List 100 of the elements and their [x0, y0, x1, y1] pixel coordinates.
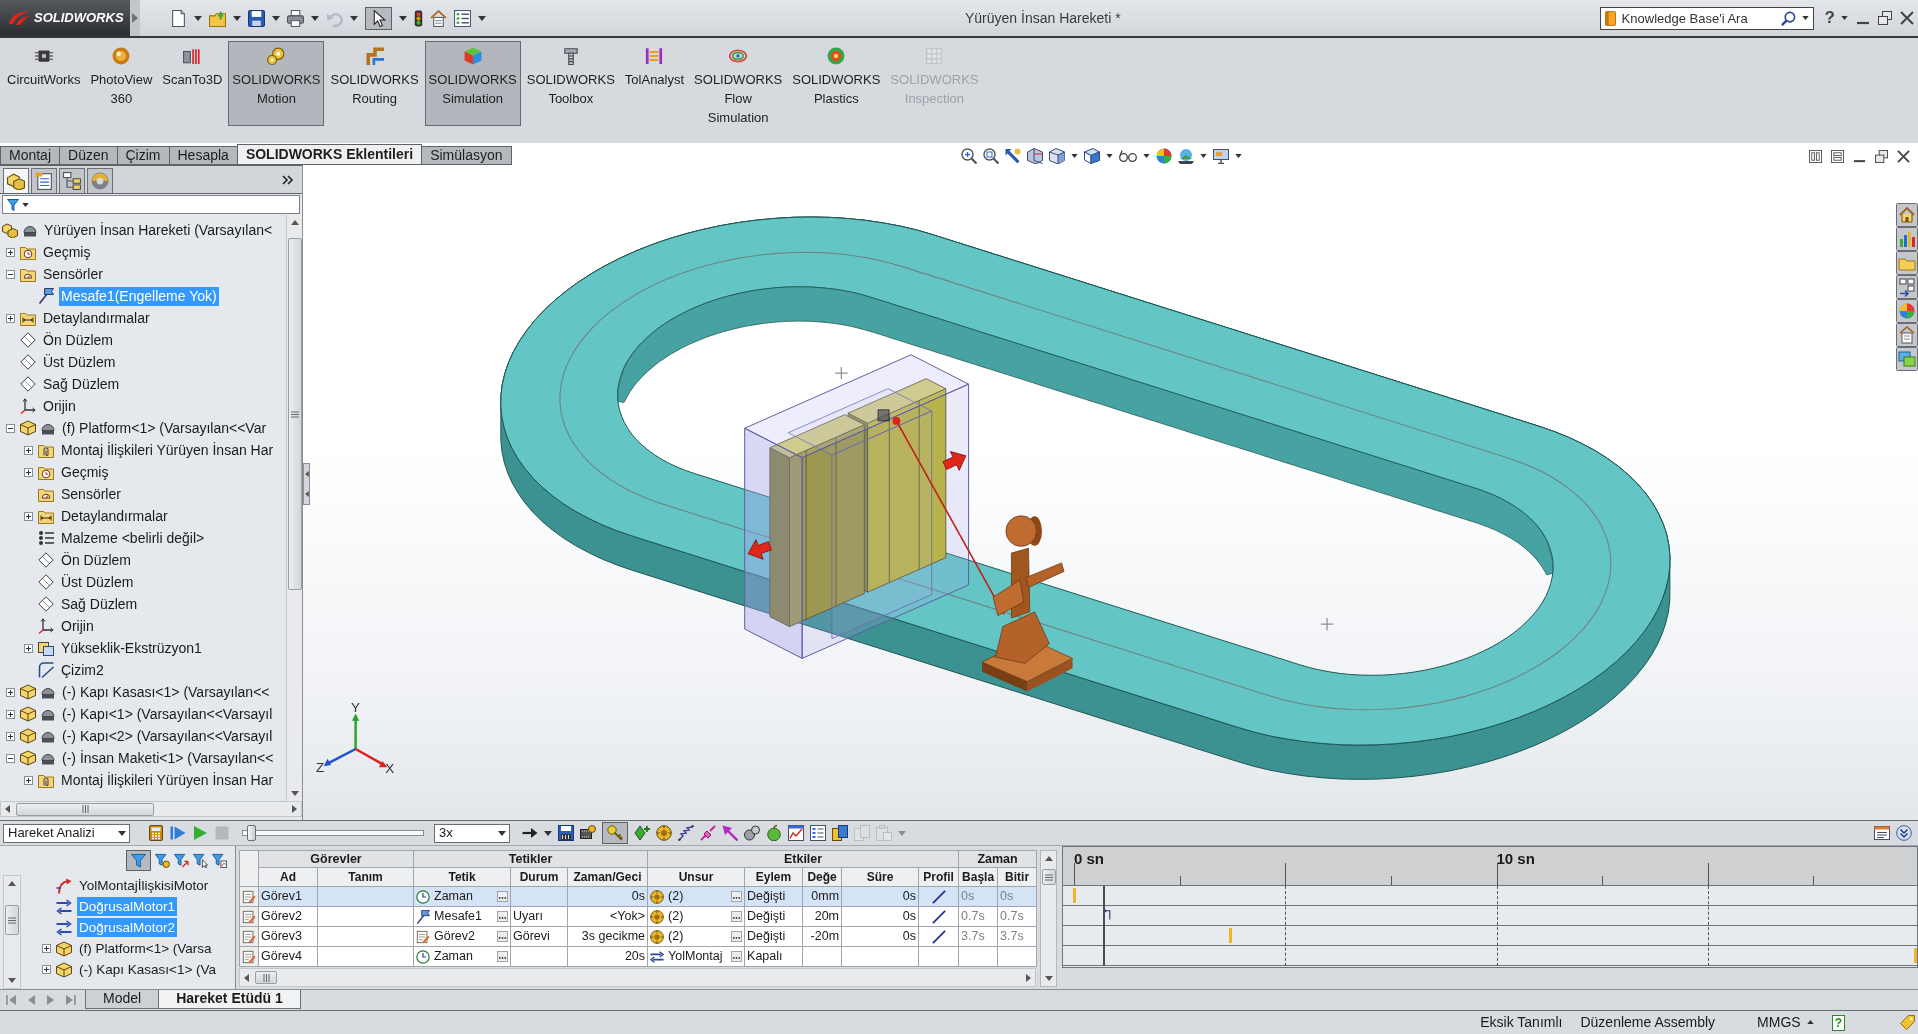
tree-item[interactable]: Detaylandırmalar: [41, 308, 152, 328]
add-in-button[interactable]: SOLIDWORKS Routing: [326, 41, 423, 126]
play-from-start-icon[interactable]: [170, 825, 186, 841]
menu-flyout-button[interactable]: [130, 0, 140, 36]
right-arrow-icon[interactable]: [522, 825, 538, 841]
add-in-button[interactable]: TolAnalyst: [620, 41, 689, 126]
tree-item[interactable]: Yükseklik-Ekstrüzyon1: [59, 638, 204, 658]
vertical-scrollbar[interactable]: [1040, 850, 1058, 987]
funnel-arrow-icon[interactable]: [174, 853, 189, 868]
caret-icon[interactable]: [272, 15, 280, 21]
collapse-icon[interactable]: [6, 423, 15, 433]
add-in-button[interactable]: SOLIDWORKS Motion: [228, 41, 325, 126]
tree-item[interactable]: Geçmiş: [59, 462, 111, 482]
folder-icon[interactable]: [1896, 251, 1918, 275]
scroll-left-icon[interactable]: [5, 805, 10, 813]
zoom-to-fit-icon[interactable]: [960, 148, 977, 164]
horizontal-scrollbar[interactable]: [0, 801, 302, 817]
tree-item[interactable]: Üst Düzlem: [59, 572, 136, 592]
tree-item[interactable]: Çizim2: [59, 660, 106, 680]
scroll-down-icon[interactable]: [1044, 976, 1053, 981]
display-manager-tab[interactable]: [87, 168, 113, 193]
ellipsis-icon[interactable]: [497, 951, 508, 962]
funnel-pointer-icon[interactable]: [193, 853, 208, 868]
caret-icon[interactable]: [233, 15, 241, 21]
time-bar[interactable]: [1102, 886, 1105, 966]
caret-icon[interactable]: [544, 830, 552, 836]
properties-list-icon[interactable]: [810, 825, 826, 841]
collapse-panel-icon[interactable]: [1896, 825, 1912, 841]
tree-item[interactable]: Orijin: [59, 616, 96, 636]
tree-item[interactable]: Yürüyen İnsan Hareketi (Varsayılan<: [42, 220, 275, 240]
tab[interactable]: Düzen: [59, 146, 118, 165]
house-document-icon[interactable]: [1896, 323, 1918, 347]
shaded-cube-icon[interactable]: [1083, 148, 1100, 164]
funnel-icon[interactable]: [131, 853, 146, 868]
caret-icon[interactable]: [1234, 154, 1242, 158]
expand-icon[interactable]: [42, 944, 51, 953]
damper-icon[interactable]: [700, 825, 716, 841]
add-in-button[interactable]: SOLIDWORKS Toolbox: [522, 41, 619, 126]
tree-item[interactable]: Sensörler: [59, 484, 123, 504]
scroll-up-icon[interactable]: [8, 881, 16, 886]
tab[interactable]: Hareket Etüdü 1: [158, 990, 301, 1009]
expand-icon[interactable]: [24, 511, 33, 521]
window-layout-icon[interactable]: [1874, 825, 1890, 841]
playback-speed-dropdown[interactable]: 3x: [434, 823, 510, 843]
tree-item[interactable]: Malzeme <belirli değil>: [59, 528, 207, 548]
add-in-button[interactable]: SOLIDWORKS Plastics: [788, 41, 885, 126]
tree-item[interactable]: Montaj İlişkileri Yürüyen İnsan Har: [59, 770, 276, 790]
tree-item[interactable]: Sağ Düzlem: [41, 374, 122, 394]
bar-chart-icon[interactable]: [1896, 227, 1918, 251]
restore-icon[interactable]: [1875, 149, 1888, 163]
ellipsis-icon[interactable]: [497, 931, 508, 942]
scrollbar-thumb[interactable]: [16, 802, 154, 816]
add-in-button[interactable]: ScanTo3D: [158, 41, 227, 126]
tree-item[interactable]: Ön Düzlem: [59, 550, 134, 570]
tile-stacked-icon[interactable]: [1831, 149, 1844, 163]
landscape-icon[interactable]: [1177, 148, 1194, 164]
units-selector[interactable]: MMGS: [1757, 1014, 1814, 1031]
close-icon[interactable]: [1900, 11, 1914, 25]
expand-icon[interactable]: [6, 709, 15, 719]
scrollbar-thumb[interactable]: [5, 905, 19, 935]
tree-item[interactable]: (-) Kapı Kasası<1> (Va: [77, 960, 219, 979]
help-button[interactable]: ?: [1831, 1014, 1845, 1031]
tab[interactable]: Çizim: [116, 146, 170, 165]
vertical-scrollbar[interactable]: [286, 215, 302, 801]
tree-item[interactable]: (-) Kapı<2> (Varsayılan<<Varsayıl: [60, 726, 275, 746]
scrollbar-thumb[interactable]: [255, 971, 277, 984]
add-in-button[interactable]: CircuitWorks: [3, 41, 85, 126]
close-icon[interactable]: [1897, 149, 1910, 163]
monitor-icon[interactable]: [1212, 148, 1229, 164]
gear-disc-icon[interactable]: [656, 825, 672, 841]
ellipsis-icon[interactable]: [497, 891, 508, 902]
tree-item[interactable]: (f) Platform<1> (Varsa: [77, 939, 214, 958]
key-marker[interactable]: [1914, 948, 1917, 963]
key-icon[interactable]: [607, 825, 623, 841]
results-chart-icon[interactable]: [788, 825, 804, 841]
overlapping-squares-icon[interactable]: [1896, 347, 1918, 371]
add-in-button[interactable]: PhotoView 360: [86, 41, 157, 126]
feature-manager-tab[interactable]: [3, 168, 29, 193]
search-field[interactable]: Knowledge Base'i Ara: [1621, 8, 1775, 28]
caret-icon[interactable]: [1142, 154, 1150, 158]
tree-item[interactable]: Montaj İlişkileri Yürüyen İnsan Har: [59, 440, 276, 460]
caret-icon[interactable]: [478, 15, 486, 21]
expand-icon[interactable]: [24, 643, 33, 653]
key-marker[interactable]: [1229, 928, 1233, 943]
search-bar[interactable]: Knowledge Base'i Ara: [1599, 6, 1814, 30]
scrollbar-thumb[interactable]: [1041, 869, 1056, 885]
ellipsis-icon[interactable]: [731, 911, 743, 922]
filter-toggle-button[interactable]: [126, 850, 151, 871]
cut-cube-icon[interactable]: [1026, 148, 1043, 164]
caret-icon[interactable]: [1199, 154, 1207, 158]
expand-icon[interactable]: [6, 313, 15, 323]
tree-item[interactable]: (-) İnsan Maketi<1> (Varsayılan<<: [60, 748, 276, 768]
restore-icon[interactable]: [1878, 11, 1892, 25]
funnel-gear-icon[interactable]: [155, 853, 170, 868]
scrollbar-thumb[interactable]: [287, 238, 302, 590]
property-manager-tab[interactable]: [31, 168, 57, 193]
expand-icon[interactable]: [6, 247, 15, 257]
scroll-right-icon[interactable]: [1026, 973, 1031, 982]
colored-pages-icon[interactable]: [832, 825, 848, 841]
study-type-dropdown[interactable]: Hareket Analizi: [3, 823, 130, 843]
